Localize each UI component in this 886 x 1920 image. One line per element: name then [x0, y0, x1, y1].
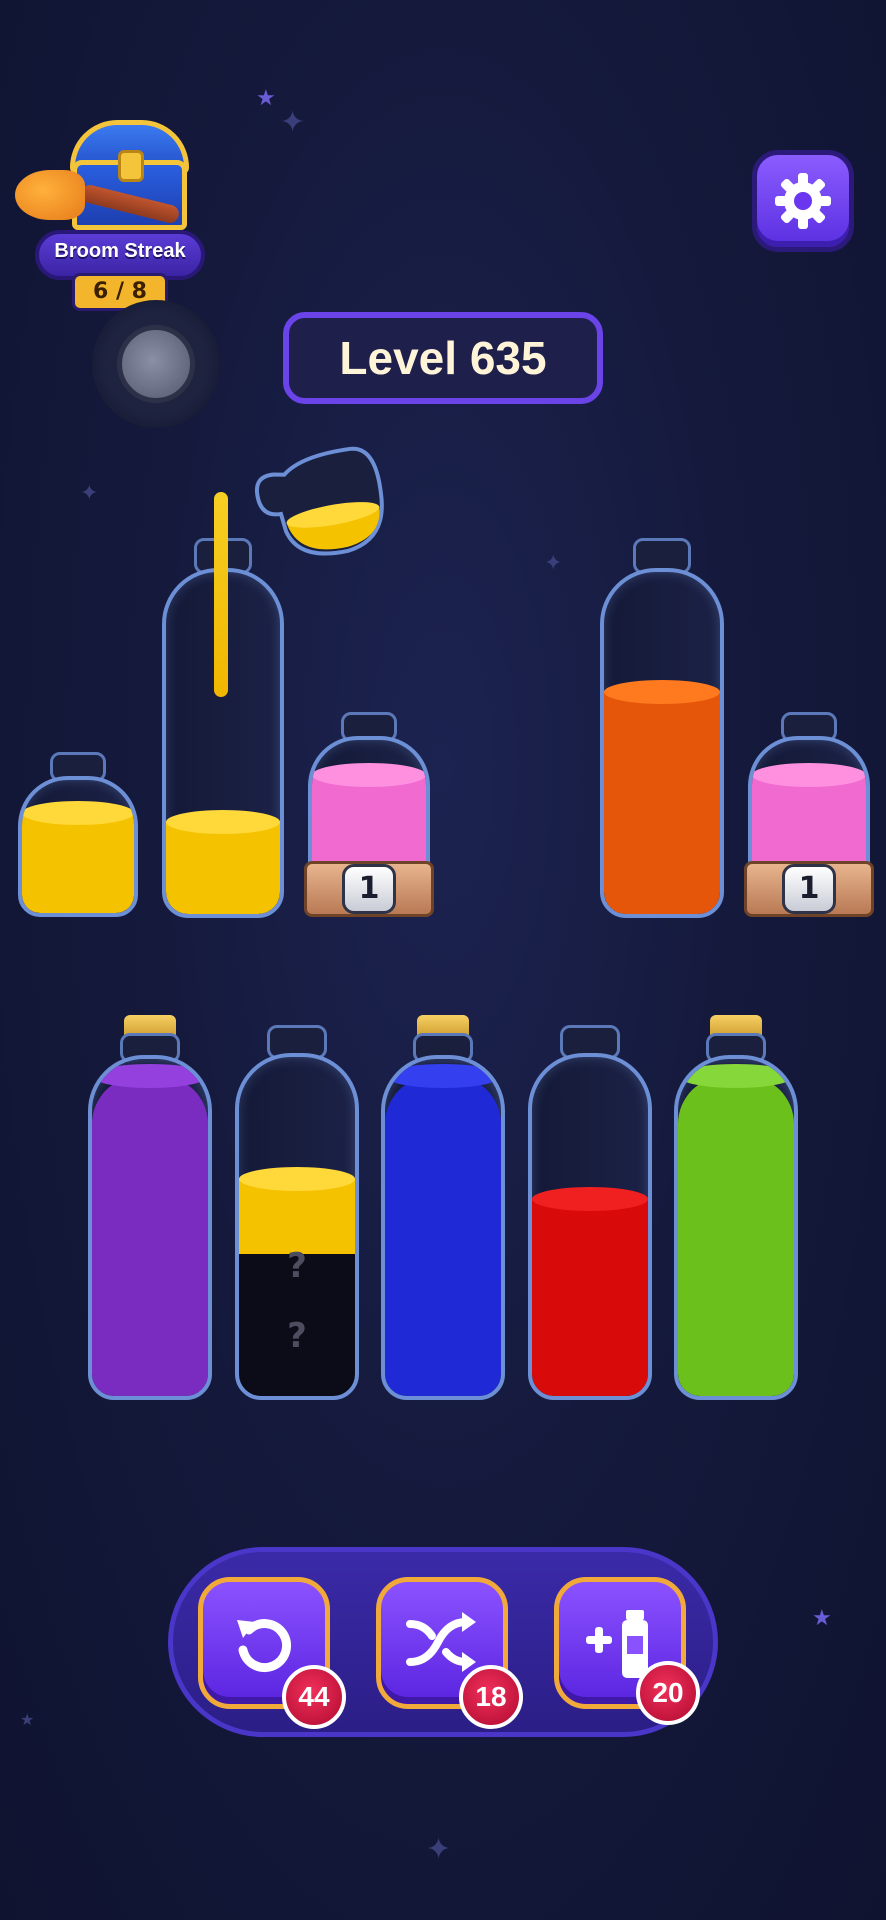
liquid-layer: [22, 801, 134, 913]
undo-icon: [237, 1619, 292, 1673]
liquid-layer: [678, 1063, 794, 1396]
hidden-marker: ?: [287, 1316, 307, 1356]
sparkle-decoration: ✦: [426, 1832, 452, 1867]
add-bottle-count-badge: 20: [636, 1661, 700, 1725]
bottle-green[interactable]: [674, 1015, 798, 1400]
level-label: Level 635: [339, 332, 547, 384]
sparkle-decoration: ✦: [280, 105, 306, 140]
bottle-glass: [18, 776, 138, 917]
settings-button[interactable]: [752, 150, 854, 252]
liquid-layer: [604, 679, 720, 914]
undo-count-badge: 44: [282, 1665, 346, 1729]
bottle-locked-pink-1[interactable]: 1: [304, 712, 434, 917]
bottle-locked-pink-2[interactable]: 1: [744, 712, 874, 917]
bottle-glass: [88, 1055, 212, 1400]
bottle-lock: 1: [744, 861, 874, 917]
bottle-glass: [528, 1053, 652, 1400]
bottle-glass: [381, 1055, 505, 1400]
hidden-marker: ?: [287, 1246, 307, 1286]
broom-head-icon: [15, 170, 85, 220]
liquid-layer: [239, 1167, 355, 1254]
liquid-layer: [166, 809, 280, 914]
star-decoration: ✦: [544, 551, 563, 576]
star-decoration: ★: [812, 1606, 832, 1631]
bottle-red[interactable]: [528, 1025, 652, 1400]
bottle-tall-orange[interactable]: [600, 538, 724, 918]
bottle-glass: [600, 568, 724, 918]
pour-stream: [214, 492, 228, 697]
streak-title: Broom Streak: [54, 240, 186, 262]
bottle-small-yellow[interactable]: [18, 752, 138, 917]
joystick[interactable]: [92, 300, 220, 428]
star-decoration: ★: [256, 86, 276, 111]
sparkle-decoration: ✦: [80, 481, 99, 506]
gear-icon: [775, 173, 831, 229]
shuffle-count-badge: 18: [459, 1665, 523, 1729]
shuffle-icon: [406, 1612, 476, 1672]
bottle-lock: 1: [304, 861, 434, 917]
liquid-layer: [92, 1063, 208, 1396]
bottle-glass: ? ?: [235, 1053, 359, 1400]
lock-count: 1: [782, 864, 836, 914]
liquid-layer: [532, 1187, 648, 1396]
pouring-bottle: [241, 434, 400, 576]
lock-icon: [118, 150, 144, 182]
joystick-knob[interactable]: [117, 325, 195, 403]
bottle-mystery[interactable]: ? ?: [235, 1025, 359, 1400]
star-decoration: ★: [20, 1710, 35, 1729]
level-indicator: Level 635: [283, 312, 603, 404]
lock-count: 1: [342, 864, 396, 914]
bottle-purple[interactable]: [88, 1015, 212, 1400]
bottle-glass: [674, 1055, 798, 1400]
bottle-blue[interactable]: [381, 1015, 505, 1400]
broom-streak-reward[interactable]: Broom Streak 6 / 8: [10, 115, 210, 311]
liquid-layer: [385, 1063, 501, 1396]
